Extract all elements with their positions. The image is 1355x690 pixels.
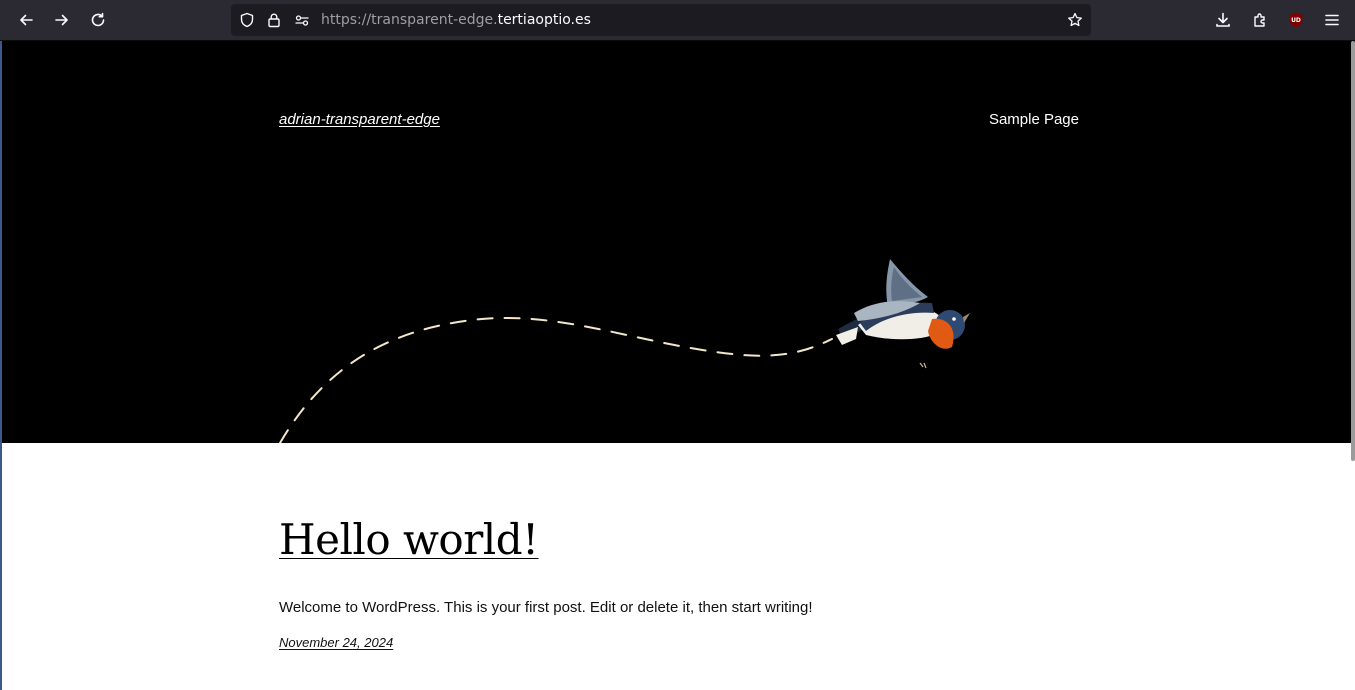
menu-button[interactable] bbox=[1317, 5, 1347, 35]
back-button[interactable] bbox=[11, 5, 41, 35]
dashed-flight-path bbox=[279, 316, 833, 443]
ublock-label: UD bbox=[1291, 17, 1301, 24]
site-header: adrian-transparent-edge Sample Page bbox=[2, 41, 1355, 443]
url-prefix: https://transparent-edge. bbox=[321, 12, 498, 28]
reload-button[interactable] bbox=[83, 5, 113, 35]
arrow-left-icon bbox=[20, 14, 33, 26]
star-icon[interactable] bbox=[1066, 11, 1084, 29]
ublock-button[interactable]: UD bbox=[1281, 5, 1311, 35]
url-domain: tertiaoptio.es bbox=[497, 12, 591, 28]
post-date-link[interactable]: November 24, 2024 bbox=[279, 635, 393, 650]
address-bar[interactable]: https://transparent-edge.tertiaoptio.es bbox=[231, 4, 1091, 36]
downloads-button[interactable] bbox=[1208, 5, 1238, 35]
forward-button[interactable] bbox=[47, 5, 77, 35]
reload-icon bbox=[91, 12, 105, 27]
extensions-button[interactable] bbox=[1245, 5, 1275, 35]
flight-path-illustration bbox=[279, 259, 970, 443]
browser-toolbar: https://transparent-edge.tertiaoptio.es … bbox=[0, 0, 1355, 41]
arrow-right-icon bbox=[55, 14, 68, 26]
nav-link-sample-page[interactable]: Sample Page bbox=[989, 111, 1079, 128]
url-text[interactable]: https://transparent-edge.tertiaoptio.es bbox=[321, 11, 591, 29]
permissions-icon[interactable] bbox=[293, 11, 311, 29]
lock-icon[interactable] bbox=[265, 11, 283, 29]
shield-icon[interactable] bbox=[238, 11, 256, 29]
page-viewport[interactable]: adrian-transparent-edge Sample Page Hell… bbox=[2, 41, 1355, 690]
ublock-icon: UD bbox=[1289, 12, 1303, 28]
bird-icon bbox=[836, 259, 970, 369]
post-excerpt: Welcome to WordPress. This is your first… bbox=[279, 599, 813, 616]
site-title-link[interactable]: adrian-transparent-edge bbox=[279, 111, 440, 128]
puzzle-icon bbox=[1254, 13, 1265, 27]
scrollbar-thumb[interactable] bbox=[1351, 41, 1355, 461]
hamburger-menu-icon bbox=[1325, 14, 1339, 26]
download-icon bbox=[1216, 12, 1230, 27]
post-title-link[interactable]: Hello world! bbox=[279, 511, 539, 569]
